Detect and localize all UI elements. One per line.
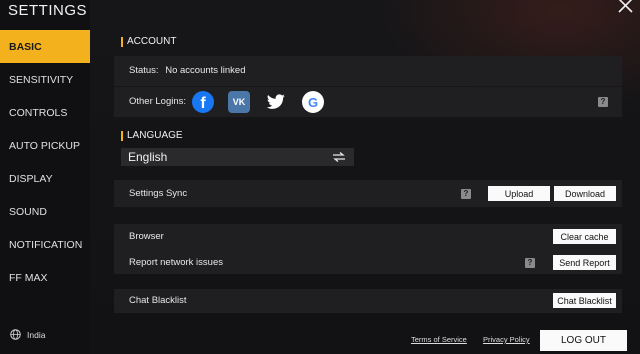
account-heading: ACCOUNT <box>121 36 176 47</box>
language-select[interactable]: English <box>121 148 354 166</box>
close-icon[interactable] <box>616 0 634 16</box>
sidebar-item-sensitivity[interactable]: SENSITIVITY <box>0 63 90 96</box>
chat-blacklist-button[interactable]: Chat Blacklist <box>553 293 616 308</box>
upload-button[interactable]: Upload <box>488 186 550 201</box>
account-heading-text: ACCOUNT <box>127 36 177 47</box>
facebook-icon[interactable]: f <box>192 91 214 113</box>
other-logins-label: Other Logins: <box>129 96 187 107</box>
settings-sync-label: Settings Sync <box>129 188 188 199</box>
clear-cache-button[interactable]: Clear cache <box>553 229 616 244</box>
account-status-row: Status: No accounts linked <box>114 56 622 86</box>
vk-icon[interactable]: VK <box>228 91 250 113</box>
browser-label: Browser <box>129 231 164 242</box>
help-icon[interactable]: ? <box>598 97 608 107</box>
sidebar-item-auto-pickup[interactable]: AUTO PICKUP <box>0 129 90 162</box>
sidebar-item-notification[interactable]: NOTIFICATION <box>0 228 90 261</box>
help-icon[interactable]: ? <box>461 189 471 199</box>
status-value: No accounts linked <box>165 65 246 76</box>
browser-network-group: Browser Clear cache Report network issue… <box>114 224 622 274</box>
accent-bar <box>121 36 123 47</box>
chat-blacklist-row: Chat Blacklist Chat Blacklist <box>114 289 622 313</box>
chat-blacklist-label: Chat Blacklist <box>129 295 187 306</box>
other-logins-row: Other Logins: f VK G ? <box>114 87 622 117</box>
sidebar-item-sound[interactable]: SOUND <box>0 195 90 228</box>
send-report-button[interactable]: Send Report <box>553 255 616 270</box>
globe-icon <box>10 329 21 340</box>
language-heading: LANGUAGE <box>121 130 183 141</box>
accent-bar <box>121 130 123 141</box>
google-icon[interactable]: G <box>302 91 324 113</box>
terms-of-service-link[interactable]: Terms of Service <box>411 335 467 344</box>
language-value: English <box>128 150 168 164</box>
account-status: Status: No accounts linked <box>129 65 246 76</box>
region-selector[interactable]: India <box>10 329 45 340</box>
twitter-icon[interactable] <box>265 91 287 113</box>
sidebar-item-display[interactable]: DISPLAY <box>0 162 90 195</box>
status-label: Status: <box>129 65 159 76</box>
sidebar-item-basic[interactable]: BASIC <box>0 30 90 63</box>
privacy-policy-link[interactable]: Privacy Policy <box>483 335 530 344</box>
download-button[interactable]: Download <box>554 186 616 201</box>
logout-button[interactable]: LOG OUT <box>540 330 627 351</box>
page-title: SETTINGS <box>8 2 88 19</box>
sidebar-nav: BASIC SENSITIVITY CONTROLS AUTO PICKUP D… <box>0 30 90 294</box>
sidebar: SETTINGS BASIC SENSITIVITY CONTROLS AUTO… <box>0 0 90 354</box>
sidebar-item-ff-max[interactable]: FF MAX <box>0 261 90 294</box>
sidebar-item-controls[interactable]: CONTROLS <box>0 96 90 129</box>
report-network-label: Report network issues <box>129 257 223 268</box>
help-icon[interactable]: ? <box>525 258 535 268</box>
region-label: India <box>27 329 46 340</box>
language-heading-text: LANGUAGE <box>127 130 183 141</box>
settings-sync-row: Settings Sync ? Upload Download <box>114 180 622 207</box>
swap-arrows-icon <box>333 152 345 162</box>
